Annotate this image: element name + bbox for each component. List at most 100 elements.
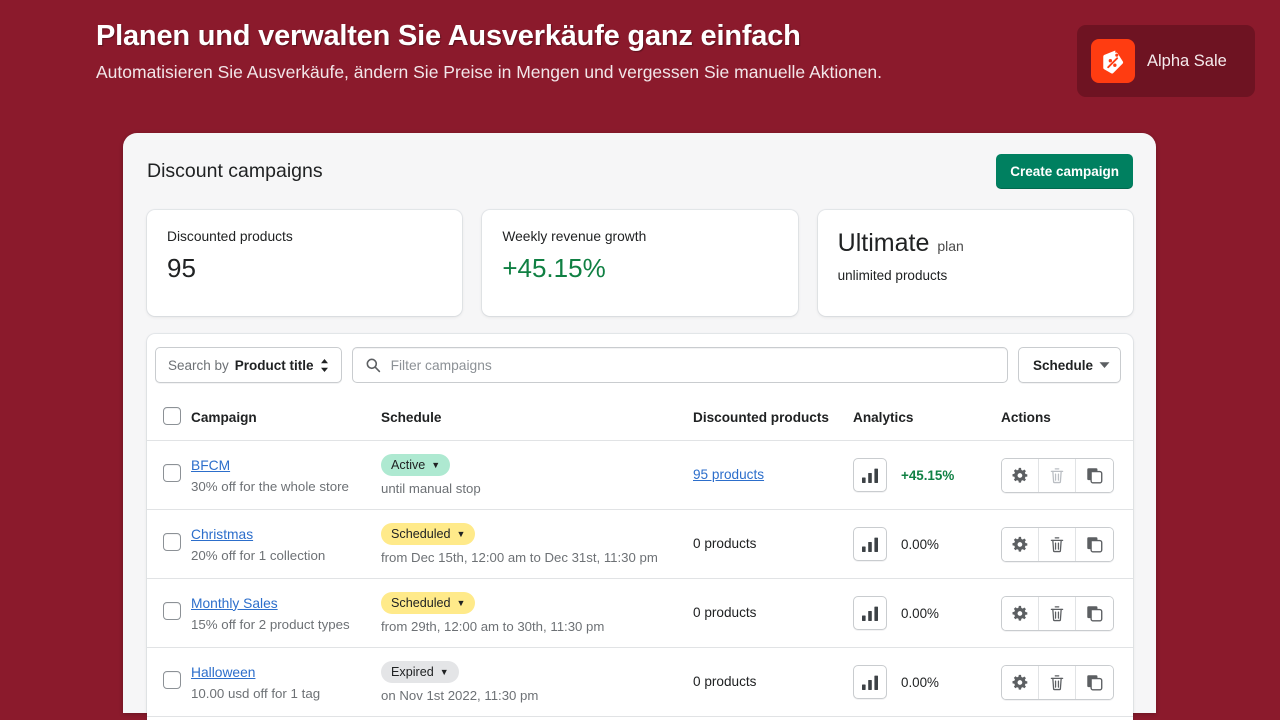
analytics-cell: 0.00% bbox=[853, 578, 1001, 648]
app-panel: Discount campaigns Create campaign Disco… bbox=[123, 133, 1156, 720]
trash-icon-button[interactable] bbox=[1039, 527, 1076, 561]
stat-label: Weekly revenue growth bbox=[502, 229, 647, 244]
header-schedule: Schedule bbox=[381, 396, 693, 441]
sort-button-label: Schedule bbox=[1032, 357, 1093, 373]
stat-card-discounted-products: Discounted products 95 bbox=[147, 210, 463, 316]
row-checkbox[interactable] bbox=[163, 532, 181, 551]
gear-icon-button[interactable] bbox=[1002, 458, 1039, 492]
select-all-header bbox=[147, 396, 191, 441]
campaign-cell: Christmas 20% off for 1 collection bbox=[191, 509, 381, 579]
app-name: Alpha Sale bbox=[1147, 51, 1227, 70]
bar-chart-icon-button[interactable] bbox=[853, 596, 887, 630]
actions-cell bbox=[1001, 578, 1133, 648]
table-row: BFCM 30% off for the whole store Active … bbox=[147, 440, 1133, 510]
header-campaign: Campaign bbox=[191, 396, 381, 441]
trash-icon-button[interactable] bbox=[1039, 596, 1076, 630]
schedule-cell: Scheduled ▼ from 29th, 12:00 am to 30th,… bbox=[381, 578, 693, 648]
schedule-timeframe: on Nov 1st 2022, 11:30 pm bbox=[381, 688, 539, 703]
campaign-link[interactable]: Christmas bbox=[191, 527, 253, 542]
row-checkbox[interactable] bbox=[163, 670, 181, 689]
status-badge[interactable]: Scheduled ▼ bbox=[381, 523, 476, 545]
actions-cell bbox=[1001, 509, 1133, 579]
row-checkbox[interactable] bbox=[163, 463, 181, 482]
status-badge-label: Expired bbox=[391, 665, 434, 679]
discounted-products-cell: 95 products bbox=[693, 440, 853, 510]
chevron-down-icon: ▼ bbox=[431, 459, 441, 470]
search-by-prefix: Search by bbox=[168, 357, 229, 373]
analytics-percent: 0.00% bbox=[901, 536, 939, 552]
discounted-products-link[interactable]: 95 products bbox=[693, 467, 764, 482]
row-select-cell bbox=[147, 647, 191, 717]
search-by-select[interactable]: Search by Product title bbox=[155, 347, 342, 383]
duplicate-icon-button[interactable] bbox=[1076, 665, 1113, 699]
analytics-cell: 0.00% bbox=[853, 509, 1001, 579]
table-body: BFCM 30% off for the whole store Active … bbox=[147, 440, 1133, 717]
row-select-cell bbox=[147, 578, 191, 648]
duplicate-icon-button[interactable] bbox=[1076, 596, 1113, 630]
discounted-products-text: 0 products bbox=[693, 605, 757, 620]
row-action-group bbox=[1001, 595, 1114, 631]
row-select-cell bbox=[147, 440, 191, 510]
duplicate-icon-button[interactable] bbox=[1076, 458, 1113, 492]
create-campaign-button[interactable]: Create campaign bbox=[996, 153, 1133, 189]
page-title: Discount campaigns bbox=[147, 159, 323, 182]
stat-card-plan: Ultimate plan unlimited products bbox=[817, 210, 1133, 316]
campaign-link[interactable]: Monthly Sales bbox=[191, 596, 278, 611]
row-checkbox[interactable] bbox=[163, 601, 181, 620]
schedule-cell: Expired ▼ on Nov 1st 2022, 11:30 pm bbox=[381, 647, 693, 717]
bar-chart-icon-button[interactable] bbox=[853, 458, 887, 492]
search-by-value: Product title bbox=[234, 357, 314, 373]
campaign-description: 15% off for 2 product types bbox=[191, 616, 350, 632]
panel-header: Discount campaigns Create campaign bbox=[147, 153, 1133, 189]
row-action-group bbox=[1001, 526, 1114, 562]
status-badge[interactable]: Active ▼ bbox=[381, 454, 451, 476]
trash-icon-button bbox=[1039, 458, 1076, 492]
status-badge-label: Scheduled bbox=[391, 596, 451, 610]
chevron-down-icon bbox=[1099, 361, 1110, 369]
status-badge-label: Active bbox=[391, 458, 426, 472]
row-action-group bbox=[1001, 664, 1114, 700]
search-input[interactable] bbox=[390, 357, 995, 373]
campaign-link[interactable]: BFCM bbox=[191, 458, 230, 473]
discounted-products-cell: 0 products bbox=[693, 647, 853, 717]
trash-icon-button[interactable] bbox=[1039, 665, 1076, 699]
table-row: Halloween 10.00 usd off for 1 tag Expire… bbox=[147, 647, 1133, 717]
bar-chart-icon-button[interactable] bbox=[853, 527, 887, 561]
gear-icon-button[interactable] bbox=[1002, 665, 1039, 699]
stat-label: Discounted products bbox=[167, 229, 293, 244]
filter-toolbar: Search by Product title Schedule bbox=[147, 334, 1133, 396]
campaign-description: 20% off for 1 collection bbox=[191, 547, 326, 563]
analytics-percent: +45.15% bbox=[901, 467, 955, 483]
hero-section: Planen und verwalten Sie Ausverkäufe gan… bbox=[96, 18, 996, 86]
analytics-percent: 0.00% bbox=[901, 605, 939, 621]
table-header-row: Campaign Schedule Discounted products An… bbox=[147, 396, 1133, 441]
status-badge[interactable]: Scheduled ▼ bbox=[381, 592, 476, 614]
actions-cell bbox=[1001, 440, 1133, 510]
header-discounted-products: Discounted products bbox=[693, 396, 853, 441]
row-action-group bbox=[1001, 457, 1114, 493]
schedule-timeframe: from 29th, 12:00 am to 30th, 11:30 pm bbox=[381, 619, 605, 634]
plan-name: Ultimate bbox=[837, 229, 930, 257]
table-row: Monthly Sales 15% off for 2 product type… bbox=[147, 578, 1133, 648]
plan-word: plan bbox=[937, 238, 964, 254]
campaigns-table: Campaign Schedule Discounted products An… bbox=[147, 396, 1133, 717]
duplicate-icon-button[interactable] bbox=[1076, 527, 1113, 561]
sort-schedule-button[interactable]: Schedule bbox=[1017, 347, 1121, 383]
select-all-checkbox[interactable] bbox=[163, 407, 181, 425]
gear-icon-button[interactable] bbox=[1002, 527, 1039, 561]
stat-card-weekly-revenue-growth: Weekly revenue growth +45.15% bbox=[482, 210, 798, 316]
magnifier-icon bbox=[365, 357, 381, 373]
header-actions: Actions bbox=[1001, 396, 1133, 441]
plan-description: unlimited products bbox=[837, 268, 948, 283]
bar-chart-icon-button[interactable] bbox=[853, 665, 887, 699]
campaign-cell: Monthly Sales 15% off for 2 product type… bbox=[191, 578, 381, 648]
search-input-wrapper[interactable] bbox=[351, 347, 1008, 383]
campaign-link[interactable]: Halloween bbox=[191, 665, 255, 680]
gear-icon-button[interactable] bbox=[1002, 596, 1039, 630]
stat-value: 95 bbox=[167, 253, 196, 283]
analytics-percent: 0.00% bbox=[901, 674, 939, 690]
status-badge[interactable]: Expired ▼ bbox=[381, 661, 459, 683]
price-tag-percent-icon bbox=[1091, 39, 1135, 83]
row-select-cell bbox=[147, 509, 191, 579]
discounted-products-cell: 0 products bbox=[693, 509, 853, 579]
